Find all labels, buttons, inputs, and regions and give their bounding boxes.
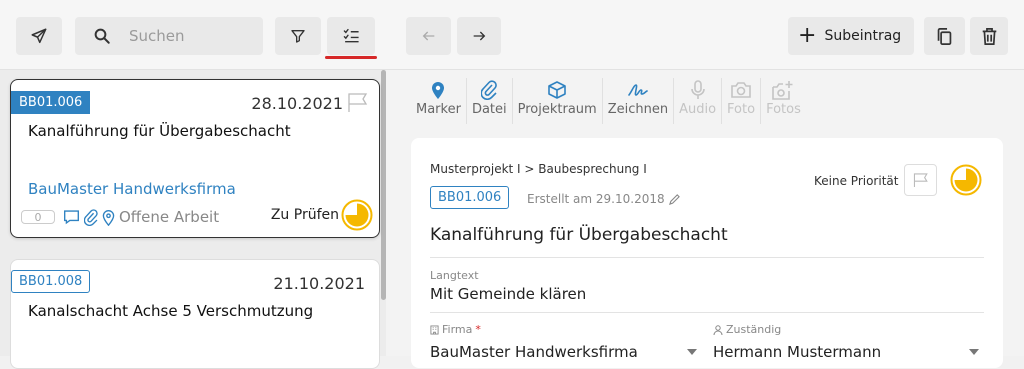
signature-icon [627,78,649,102]
entry-date: 21.10.2021 [273,274,365,293]
copy-button[interactable] [924,17,965,55]
flag-icon[interactable] [347,93,369,113]
entry-id-badge: BB01.006 [430,186,510,209]
add-photos-icon [772,78,794,102]
search-input[interactable] [129,27,249,45]
entry-company: BauMaster Handwerksfirma [28,180,236,198]
entry-type: Offene Arbeit [119,208,220,226]
user-icon [713,324,723,335]
paper-plane-icon [30,27,48,45]
search-box[interactable] [75,17,263,55]
plus-icon: + [798,23,817,48]
entry-id-badge: BB01.006 [11,91,91,114]
filter-icon [290,28,306,44]
longtext-label: Langtext [430,269,479,282]
company-label: Firma [442,323,473,336]
paperclip-icon [84,208,98,226]
copy-icon [936,27,953,46]
company-label-row: Firma * [430,323,481,336]
attachment-toolbar: Marker Datei Projektraum Zeichnen Audio … [411,78,806,124]
created-date: Erstellt am 29.10.2018 [527,192,680,206]
cube-icon [547,78,567,102]
photo-button[interactable]: Foto [722,78,762,124]
priority-flag-button[interactable] [904,164,937,196]
company-select[interactable]: BauMaster Handwerksfirma [430,343,638,361]
send-button[interactable] [16,17,62,55]
forward-button[interactable] [457,17,501,55]
project-room-label: Projektraum [517,102,597,117]
divider [430,312,984,313]
entry-title: Kanalschacht Achse 5 Verschmutzung [28,302,314,320]
add-subentry-button[interactable]: + Subeintrag [788,17,914,55]
marker-label: Marker [416,102,461,117]
filter-button[interactable] [275,17,321,55]
comment-count: 0 [21,210,55,224]
chevron-down-icon[interactable] [969,349,979,355]
back-button[interactable] [406,17,451,55]
audio-label: Audio [679,102,717,117]
created-date-text: Erstellt am 29.10.2018 [527,192,665,206]
divider [430,257,984,258]
draw-button[interactable]: Zeichnen [603,78,675,124]
required-marker: * [475,323,481,336]
location-pin-icon [102,209,115,226]
entry-title: Kanalführung für Übergabeschacht [28,122,291,140]
status-progress-icon [341,199,373,231]
checklist-icon [343,28,360,44]
paperclip-icon [481,78,498,102]
status-progress-icon[interactable] [950,164,982,196]
active-tab-indicator [325,56,377,59]
marker-button[interactable]: Marker [411,78,467,124]
flag-icon [913,172,929,188]
entry-id-badge: BB01.008 [11,270,91,293]
search-icon [93,27,111,45]
audio-button[interactable]: Audio [674,78,723,124]
entry-detail-card: Musterprojekt I > Baubesprechung I BB01.… [411,138,1003,368]
file-label: Datei [471,102,507,117]
photos-button[interactable]: Fotos [761,78,806,124]
entry-footer: 0 Offene Arbeit [21,208,219,226]
longtext-field[interactable]: Mit Gemeinde klären [430,285,586,303]
microphone-icon [690,78,705,102]
assignee-select[interactable]: Hermann Mustermann [713,343,881,361]
add-subentry-label: Subeintrag [824,28,902,44]
file-button[interactable]: Datei [467,78,513,124]
trash-icon [981,27,998,46]
assignee-label: Zuständig [726,323,782,336]
entry-status: Zu Prüfen [270,207,339,223]
list-item[interactable]: BB01.006 28.10.2021 Kanalführung für Übe… [10,79,380,238]
photo-label: Foto [727,102,756,117]
delete-button[interactable] [970,17,1008,55]
entry-title[interactable]: Kanalführung für Übergabeschacht [430,225,728,245]
project-room-button[interactable]: Projektraum [513,78,603,124]
checklist-button[interactable] [327,17,375,55]
photos-label: Fotos [766,102,801,117]
pencil-icon[interactable] [668,193,680,205]
building-icon [430,325,439,335]
chevron-down-icon[interactable] [687,349,697,355]
entry-date: 28.10.2021 [251,94,343,113]
list-item[interactable]: BB01.008 21.10.2021 Kanalschacht Achse 5… [10,259,380,369]
breadcrumb[interactable]: Musterprojekt I > Baubesprechung I [430,162,647,176]
marker-icon [430,78,446,102]
arrow-left-icon [421,28,437,44]
assignee-label-row: Zuständig [713,323,781,336]
draw-label: Zeichnen [607,102,669,117]
comment-icon [63,209,80,225]
camera-icon [731,78,751,102]
priority-text: Keine Priorität [814,174,899,188]
arrow-right-icon [471,28,487,44]
